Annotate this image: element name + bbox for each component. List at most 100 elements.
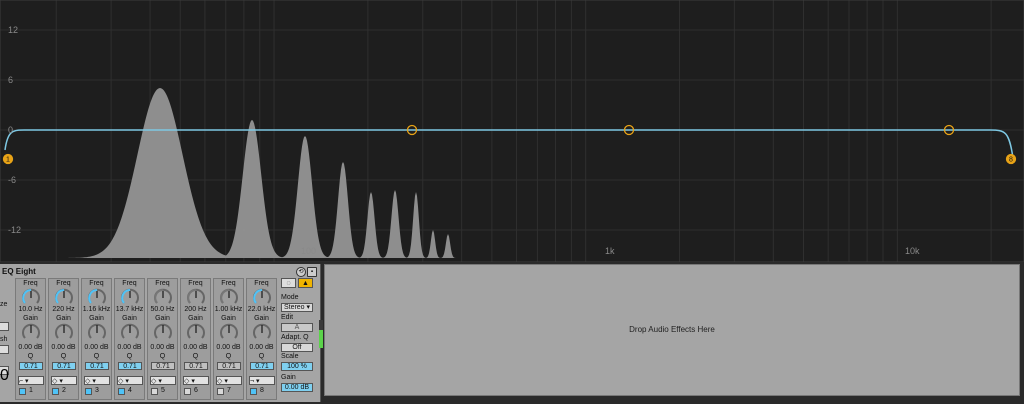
freq-value[interactable]: 13.7 kHz xyxy=(115,306,144,313)
gain-label: Gain xyxy=(122,315,137,322)
eq-graph[interactable]: 18 xyxy=(0,0,1024,262)
x-tick-label: 10k xyxy=(905,246,920,256)
gain-knob[interactable] xyxy=(21,323,41,341)
gain-knob[interactable] xyxy=(219,323,239,341)
filter-type-select[interactable]: ◇ ▾ xyxy=(150,376,176,385)
band-on-toggle[interactable] xyxy=(52,388,59,395)
freq-value[interactable]: 1.16 kHz xyxy=(82,306,111,313)
gain-knob[interactable] xyxy=(87,323,107,341)
freq-knob[interactable] xyxy=(120,288,140,306)
q-label: Q xyxy=(27,353,34,360)
mode-select[interactable]: Stereo ▾ xyxy=(281,303,313,312)
gain-knob[interactable] xyxy=(54,323,74,341)
spectrum-icon[interactable]: ▲ xyxy=(298,278,313,288)
q-value[interactable]: 0.71 xyxy=(118,362,142,370)
gain-label: Gain xyxy=(89,315,104,322)
filter-type-select[interactable]: ⌐ ▾ xyxy=(18,376,44,385)
scale-value[interactable]: 100 % xyxy=(281,362,313,371)
freq-knob[interactable] xyxy=(21,288,41,306)
q-value[interactable]: 0.71 xyxy=(19,362,43,370)
adapt-q-toggle[interactable]: Off xyxy=(281,343,313,352)
gain-knob[interactable] xyxy=(252,323,272,341)
freq-knob[interactable] xyxy=(54,288,74,306)
gain-value[interactable]: 0.00 dB xyxy=(214,344,243,351)
eq-band-4: Freq 13.7 kHz Gain 0.00 dB Q 0.71 ◇ ▾ 4 xyxy=(114,278,145,400)
freq-value[interactable]: 22.0 kHz xyxy=(247,306,276,313)
freq-value[interactable]: 1.00 kHz xyxy=(214,306,243,313)
bell-icon: ◇ xyxy=(52,378,58,385)
gain-label: Gain xyxy=(254,315,269,322)
filter-type-select[interactable]: ◇ ▾ xyxy=(117,376,143,385)
left-label-fragment: sh xyxy=(0,336,8,343)
freq-value[interactable]: 200 Hz xyxy=(181,306,210,313)
eq-band-7: Freq 1.00 kHz Gain 0.00 dB Q 0.71 ◇ ▾ 7 xyxy=(213,278,244,400)
output-gain-value[interactable]: 0.00 dB xyxy=(281,383,313,392)
gain-knob[interactable] xyxy=(120,323,140,341)
left-control-fragment[interactable] xyxy=(0,345,9,354)
gain-value[interactable]: 0.00 dB xyxy=(115,344,144,351)
hot-swap-icon[interactable]: ⟲ xyxy=(296,267,306,277)
eq-band-5: Freq 50.0 Hz Gain 0.00 dB Q 0.71 ◇ ▾ 5 xyxy=(147,278,178,400)
freq-value[interactable]: 10.0 Hz xyxy=(16,306,45,313)
gain-value[interactable]: 0.00 dB xyxy=(148,344,177,351)
gain-value[interactable]: 0.00 dB xyxy=(49,344,78,351)
device-title: EQ Eight xyxy=(2,267,36,276)
freq-knob[interactable] xyxy=(219,288,239,306)
band-on-toggle[interactable] xyxy=(118,388,125,395)
left-control-fragment[interactable]: 0 xyxy=(0,366,9,384)
y-tick-label: -12 xyxy=(8,225,22,235)
gain-knob[interactable] xyxy=(186,323,206,341)
q-value[interactable]: 0.71 xyxy=(52,362,76,370)
x-tick-label: 100 xyxy=(301,246,317,256)
band-on-toggle[interactable] xyxy=(85,388,92,395)
freq-knob[interactable] xyxy=(153,288,173,306)
q-value[interactable]: 0.71 xyxy=(217,362,241,370)
band-on-toggle[interactable] xyxy=(184,388,191,395)
q-value[interactable]: 0.71 xyxy=(184,362,208,370)
q-label: Q xyxy=(159,353,166,360)
low-cut-icon: ⌐ xyxy=(19,378,24,385)
band-number: 6 xyxy=(194,387,198,394)
freq-knob[interactable] xyxy=(87,288,107,306)
filter-type-select[interactable]: ◇ ▾ xyxy=(84,376,110,385)
band-number: 4 xyxy=(128,387,132,394)
gain-value[interactable]: 0.00 dB xyxy=(181,344,210,351)
band-number: 1 xyxy=(29,387,33,394)
freq-value[interactable]: 50.0 Hz xyxy=(148,306,177,313)
freq-knob[interactable] xyxy=(252,288,272,306)
left-control-fragment[interactable] xyxy=(0,322,9,331)
freq-label: Freq xyxy=(155,280,170,287)
band-on-toggle[interactable] xyxy=(217,388,224,395)
eq-band-handle[interactable]: 1 xyxy=(2,153,14,165)
bell-icon: ◇ xyxy=(85,378,91,385)
gain-knob[interactable] xyxy=(153,323,173,341)
band-on-toggle[interactable] xyxy=(19,388,26,395)
eq-band-handle[interactable]: 8 xyxy=(1005,153,1017,165)
gain-label: Gain xyxy=(23,315,38,322)
eq-display[interactable]: 18 12 6 0 -6 -12 100 1k 10k xyxy=(0,0,1024,262)
filter-type-select[interactable]: ◇ ▾ xyxy=(51,376,77,385)
headphone-icon[interactable]: ◌ xyxy=(281,278,296,288)
gain-value[interactable]: 0.00 dB xyxy=(82,344,111,351)
filter-type-select[interactable]: ◇ ▾ xyxy=(216,376,242,385)
freq-value[interactable]: 220 Hz xyxy=(49,306,78,313)
q-value[interactable]: 0.71 xyxy=(85,362,109,370)
band-number: 5 xyxy=(161,387,165,394)
drop-audio-effects-area[interactable]: Drop Audio Effects Here xyxy=(324,264,1020,396)
filter-type-select[interactable]: ¬ ▾ xyxy=(249,376,275,385)
freq-knob[interactable] xyxy=(186,288,206,306)
q-value[interactable]: 0.71 xyxy=(250,362,274,370)
mode-label: Mode xyxy=(281,294,299,301)
eq-band-handle-number: 1 xyxy=(6,157,10,164)
y-tick-label: 6 xyxy=(8,75,14,85)
band-on-toggle[interactable] xyxy=(151,388,158,395)
edit-toggle[interactable]: A xyxy=(281,323,313,332)
eq-band-6: Freq 200 Hz Gain 0.00 dB Q 0.71 ◇ ▾ 6 xyxy=(180,278,211,400)
gain-value[interactable]: 0.00 dB xyxy=(247,344,276,351)
band-on-toggle[interactable] xyxy=(250,388,257,395)
filter-type-select[interactable]: ◇ ▾ xyxy=(183,376,209,385)
q-value[interactable]: 0.71 xyxy=(151,362,175,370)
y-tick-label: -6 xyxy=(8,175,17,185)
gain-value[interactable]: 0.00 dB xyxy=(16,344,45,351)
save-icon[interactable]: ▪ xyxy=(307,267,317,277)
